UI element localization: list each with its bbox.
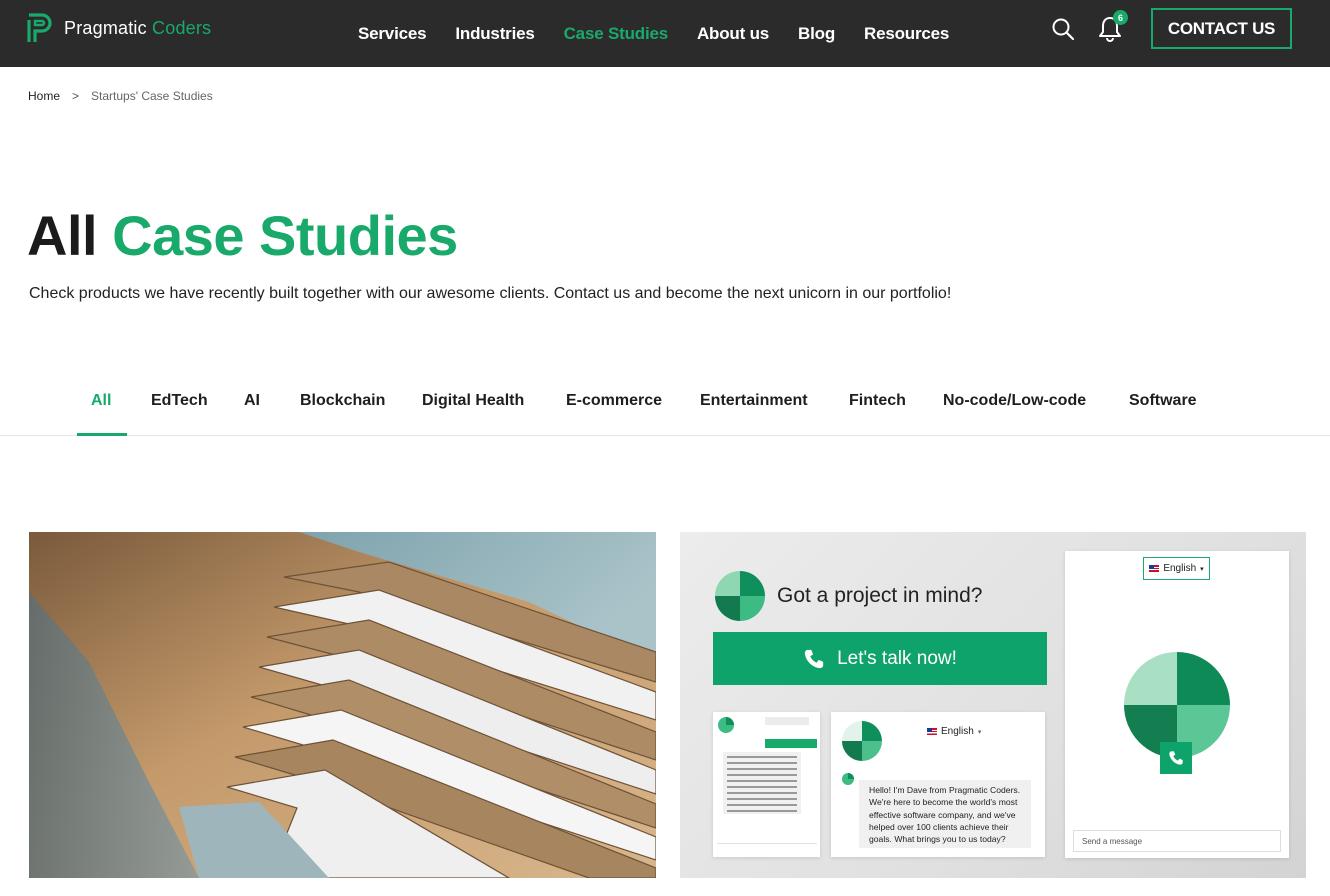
us-flag-icon bbox=[927, 728, 937, 735]
tab-ai[interactable]: AI bbox=[244, 392, 260, 410]
small-send-input bbox=[717, 843, 817, 853]
greeting-message: Hello! I'm Dave from Pragmatic Coders. W… bbox=[859, 780, 1031, 848]
page-title-part2: Case Studies bbox=[112, 204, 458, 267]
breadcrumb-separator: > bbox=[72, 89, 80, 103]
active-tab-indicator bbox=[77, 433, 127, 436]
dave-bot-medium-logo-icon bbox=[842, 721, 882, 761]
nav-item-industries[interactable]: Industries bbox=[455, 24, 534, 44]
nav-item-case-studies[interactable]: Case Studies bbox=[564, 24, 669, 44]
case-study-card-folders[interactable] bbox=[29, 532, 656, 878]
dave-bot-avatar-icon bbox=[842, 773, 854, 785]
lets-talk-button[interactable]: Let's talk now! bbox=[713, 632, 1047, 685]
user-message-bubble bbox=[765, 739, 817, 748]
tab-fintech[interactable]: Fintech bbox=[849, 392, 906, 410]
notification-count-badge: 6 bbox=[1113, 10, 1128, 25]
file-folders-photo bbox=[29, 532, 656, 878]
tab-edtech[interactable]: EdTech bbox=[151, 392, 208, 410]
category-tabs: All EdTech AI Blockchain Digital Health … bbox=[0, 380, 1330, 436]
phone-icon bbox=[1169, 751, 1183, 765]
tab-software[interactable]: Software bbox=[1129, 392, 1197, 410]
brand-logo[interactable]: Pragmatic Coders bbox=[26, 12, 211, 45]
us-flag-icon bbox=[1149, 565, 1160, 572]
tab-blockchain[interactable]: Blockchain bbox=[300, 392, 385, 410]
chat-widget-preview: English ▾ Send a message bbox=[1065, 551, 1289, 858]
breadcrumb-current: Startups' Case Studies bbox=[91, 89, 213, 103]
bot-message-bubble bbox=[723, 752, 801, 814]
cta-title: Got a project in mind? bbox=[777, 584, 983, 607]
breadcrumb-home-link[interactable]: Home bbox=[28, 89, 60, 103]
search-icon[interactable] bbox=[1051, 17, 1075, 41]
greeting-language-label: English bbox=[941, 726, 974, 737]
brand-name: Pragmatic Coders bbox=[64, 18, 211, 39]
send-message-input[interactable]: Send a message bbox=[1073, 830, 1281, 852]
brand-name-part1: Pragmatic bbox=[64, 18, 153, 38]
tab-entertainment[interactable]: Entertainment bbox=[700, 392, 808, 410]
tab-e-commerce[interactable]: E-commerce bbox=[566, 392, 662, 410]
call-button[interactable] bbox=[1160, 742, 1192, 774]
pragmatic-coders-logo-icon bbox=[27, 13, 52, 42]
phone-icon bbox=[804, 649, 824, 668]
brand-name-part2: Coders bbox=[152, 18, 212, 38]
breadcrumb: Home > Startups' Case Studies bbox=[28, 89, 213, 103]
nav-item-about-us[interactable]: About us bbox=[697, 24, 769, 44]
tab-digital-health[interactable]: Digital Health bbox=[422, 392, 524, 410]
contact-us-button[interactable]: CONTACT US bbox=[1151, 8, 1292, 49]
nav-item-resources[interactable]: Resources bbox=[864, 24, 949, 44]
main-nav: Services Industries Case Studies About u… bbox=[358, 0, 949, 67]
page-title-part1: All bbox=[27, 204, 113, 267]
lets-talk-label: Let's talk now! bbox=[837, 647, 957, 669]
case-study-card-chat[interactable]: Got a project in mind? Let's talk now! E… bbox=[680, 532, 1306, 878]
chevron-down-icon: ▾ bbox=[977, 728, 982, 736]
page-title: All Case Studies bbox=[27, 203, 458, 269]
tab-no-code-low-code[interactable]: No-code/Low-code bbox=[943, 392, 1086, 410]
nav-item-services[interactable]: Services bbox=[358, 24, 427, 44]
top-navigation-bar: Pragmatic Coders Services Industries Cas… bbox=[0, 0, 1330, 67]
language-label: English bbox=[1163, 563, 1197, 574]
language-selector[interactable]: English ▾ bbox=[1143, 557, 1210, 580]
nav-item-blog[interactable]: Blog bbox=[798, 24, 835, 44]
page-subtitle: Check products we have recently built to… bbox=[29, 285, 952, 302]
chat-greeting-preview: English ▾ Hello! I'm Dave from Pragmatic… bbox=[831, 712, 1045, 857]
chevron-down-icon: ▾ bbox=[1200, 565, 1204, 573]
tab-all[interactable]: All bbox=[91, 392, 111, 410]
dave-bot-small-logo-icon bbox=[718, 717, 734, 733]
dave-bot-logo-icon bbox=[715, 571, 765, 621]
chat-status-tag bbox=[765, 717, 809, 725]
greeting-language-selector[interactable]: English ▾ bbox=[927, 726, 981, 737]
chat-conversation-preview bbox=[713, 712, 820, 857]
